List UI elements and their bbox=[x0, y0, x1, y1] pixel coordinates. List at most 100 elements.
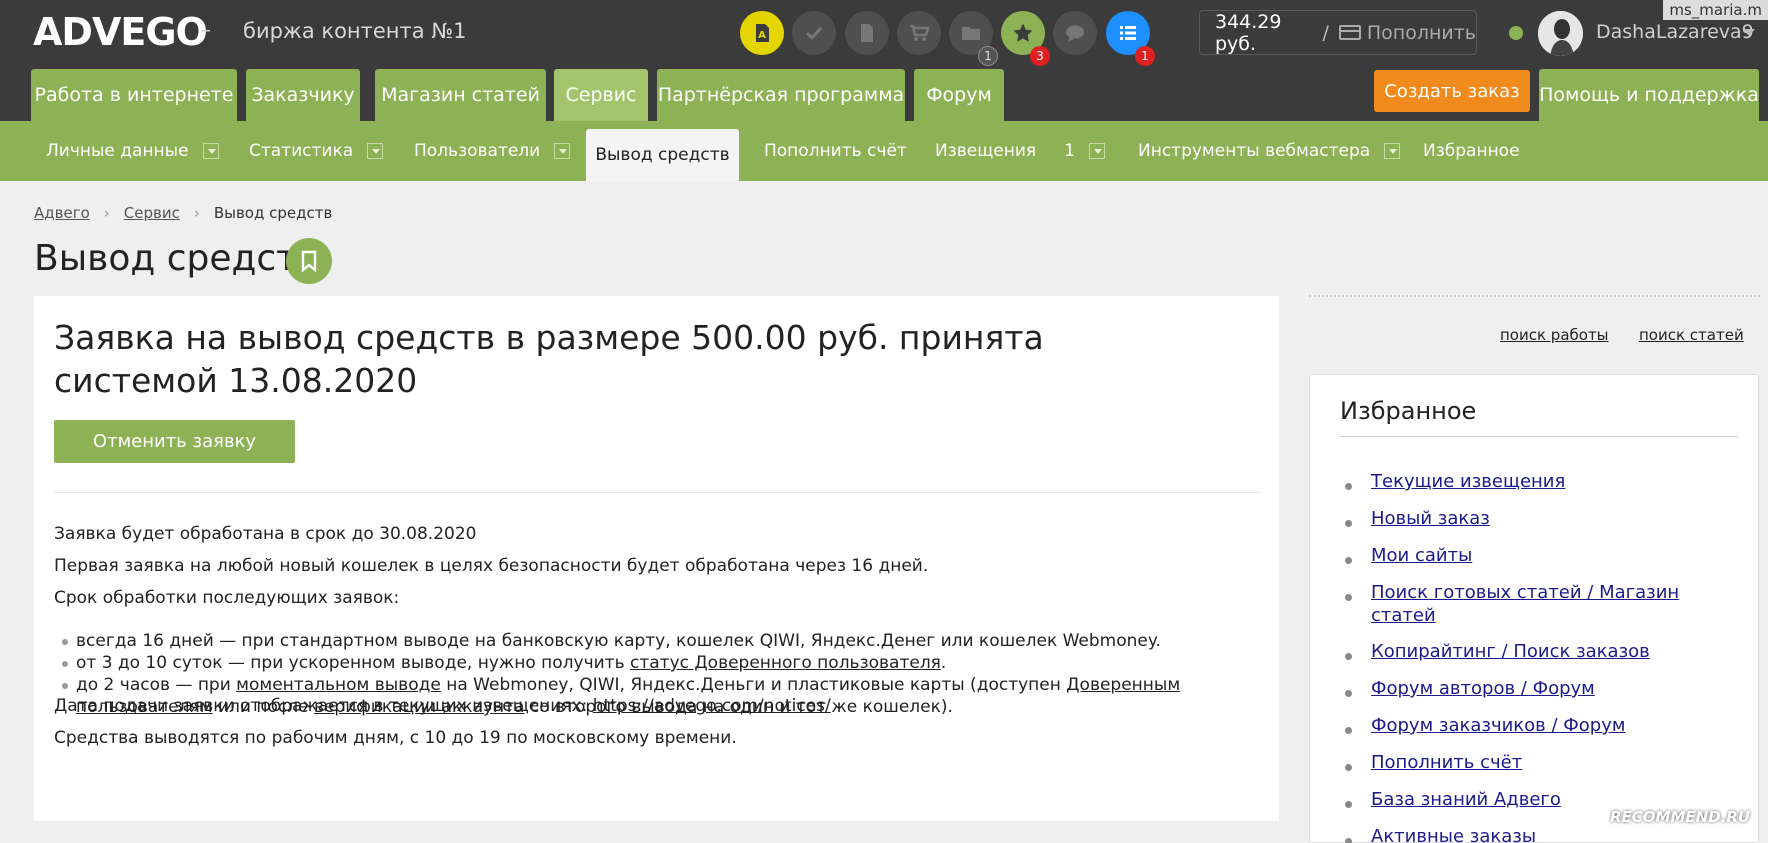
favorites-title: Избранное bbox=[1340, 397, 1477, 425]
dropdown-icon[interactable] bbox=[367, 143, 384, 159]
balance-separator: / bbox=[1322, 21, 1329, 44]
chat-icon[interactable] bbox=[1053, 11, 1097, 55]
tab-work-online[interactable]: Работа в интернете bbox=[31, 69, 237, 121]
list-item-text: . bbox=[940, 653, 947, 673]
bullet-icon bbox=[1345, 801, 1352, 808]
list-item-text: на Webmoney, QIWI, Яндекс.Деньги и пласт… bbox=[440, 675, 1067, 695]
favorites-item-new-order[interactable]: Новый заказ bbox=[1371, 507, 1701, 530]
list-item: от 3 до 10 суток — при ускоренном выводе… bbox=[54, 652, 1234, 674]
trusted-status-link[interactable]: статус Доверенного пользователя bbox=[630, 653, 941, 673]
topup-link[interactable]: Пополнить bbox=[1338, 21, 1476, 44]
breadcrumb: Адвего › Сервис › Вывод средств bbox=[34, 204, 332, 222]
list-item-text: всегда 16 дней — при стандартном выводе … bbox=[76, 631, 1161, 651]
withdrawal-panel: Заявка на вывод средств в размере 500.00… bbox=[34, 296, 1279, 821]
help-support-button[interactable]: Помощь и поддержка bbox=[1539, 69, 1759, 121]
list-item-text: до 2 часов — при bbox=[76, 675, 237, 695]
cancel-request-button[interactable]: Отменить заявку bbox=[54, 420, 295, 463]
logo-dash: – bbox=[200, 18, 211, 43]
svg-text:A: A bbox=[758, 30, 766, 41]
bullet-icon bbox=[1345, 838, 1352, 843]
favorites-item-my-sites[interactable]: Мои сайты bbox=[1371, 544, 1701, 567]
notice-title: Заявка на вывод средств в размере 500.00… bbox=[54, 318, 1044, 400]
subnav-withdrawal[interactable]: Вывод средств bbox=[586, 129, 739, 181]
dropdown-icon[interactable] bbox=[202, 143, 219, 159]
logo[interactable]: ADVEGO bbox=[33, 10, 208, 54]
breadcrumb-service[interactable]: Сервис bbox=[124, 204, 180, 222]
processing-deadline-text: Заявка будет обработана в срок до 30.08.… bbox=[54, 524, 477, 544]
subnav-label: Пользователи bbox=[414, 141, 541, 161]
subnav-statistics[interactable]: Статистика bbox=[249, 121, 384, 181]
author-watermark: ms_maria.m bbox=[1663, 0, 1768, 20]
bookmark-icon[interactable] bbox=[286, 238, 332, 284]
folder-badge: 1 bbox=[978, 46, 998, 66]
notices-count: 1 bbox=[1064, 141, 1075, 161]
font-icon[interactable]: A bbox=[740, 11, 784, 55]
tab-affiliate[interactable]: Партнёрская программа bbox=[657, 69, 905, 121]
dropdown-icon[interactable] bbox=[1384, 143, 1401, 159]
favorites-item-article-search[interactable]: Поиск готовых статей / Магазин статей bbox=[1371, 581, 1701, 627]
subnav-users[interactable]: Пользователи bbox=[414, 121, 571, 181]
working-hours-text: Средства выводятся по рабочим дням, с 10… bbox=[54, 728, 737, 748]
favorites-item-authors-forum[interactable]: Форум авторов / Форум bbox=[1371, 677, 1701, 700]
star-badge: 3 bbox=[1030, 46, 1050, 66]
avatar[interactable] bbox=[1538, 11, 1583, 56]
page-title: Вывод средств bbox=[34, 238, 319, 279]
breadcrumb-current: Вывод средств bbox=[213, 204, 333, 222]
first-request-text: Первая заявка на любой новый кошелек в ц… bbox=[54, 556, 929, 576]
notices-url-link[interactable]: https://advego.com/notices/ bbox=[593, 696, 831, 716]
balance-amount: 344.29 руб. bbox=[1215, 10, 1282, 55]
list-item-text: от 3 до 10 суток — при ускоренном выводе… bbox=[76, 653, 631, 673]
favorites-divider bbox=[1340, 436, 1738, 437]
cart-icon[interactable] bbox=[897, 11, 941, 55]
username[interactable]: DashaLazareva9 bbox=[1596, 21, 1754, 43]
subsequent-requests-text: Срок обработки последующих заявок: bbox=[54, 588, 400, 608]
favorites-panel: Избранное Текущие извещения Новый заказ … bbox=[1309, 374, 1759, 843]
bullet-icon bbox=[1345, 727, 1352, 734]
tab-service[interactable]: Сервис bbox=[554, 69, 648, 121]
bullet-icon bbox=[1345, 557, 1352, 564]
notices-info-label: Дата подачи заявки отображается в текущи… bbox=[54, 696, 593, 716]
favorites-item-current-notices[interactable]: Текущие извещения bbox=[1371, 470, 1701, 493]
breadcrumb-advego[interactable]: Адвего bbox=[34, 204, 90, 222]
list-badge: 1 bbox=[1135, 46, 1155, 66]
search-articles-link[interactable]: поиск статей bbox=[1639, 326, 1744, 344]
favorites-item-customers-forum[interactable]: Форум заказчиков / Форум bbox=[1371, 714, 1701, 737]
subnav-webmaster-tools[interactable]: Инструменты вебмастера bbox=[1138, 121, 1401, 181]
bullet-icon bbox=[1345, 653, 1352, 660]
tab-customer[interactable]: Заказчику bbox=[246, 69, 360, 121]
notices-info-text: Дата подачи заявки отображается в текущи… bbox=[54, 696, 831, 716]
sidebar-divider bbox=[1309, 295, 1760, 297]
create-order-button[interactable]: Создать заказ bbox=[1374, 70, 1530, 112]
topup-label: Пополнить bbox=[1366, 21, 1476, 44]
card-icon bbox=[1338, 25, 1361, 40]
subnav-notices[interactable]: Извещения 1 bbox=[935, 121, 1105, 181]
subnav-label: Статистика bbox=[249, 141, 354, 161]
favorites-item-topup[interactable]: Пополнить счёт bbox=[1371, 751, 1701, 774]
dropdown-icon[interactable] bbox=[1088, 143, 1105, 159]
dropdown-icon[interactable] bbox=[554, 143, 571, 159]
subnav-label: Извещения bbox=[935, 141, 1037, 161]
user-menu-chevron-down-icon[interactable] bbox=[1743, 29, 1755, 36]
tab-article-shop[interactable]: Магазин статей bbox=[375, 69, 546, 121]
subnav-label: Избранное bbox=[1423, 141, 1520, 161]
online-status-dot bbox=[1509, 26, 1523, 40]
search-work-link[interactable]: поиск работы bbox=[1500, 326, 1609, 344]
bullet-icon bbox=[1345, 764, 1352, 771]
subnav-topup[interactable]: Пополнить счёт bbox=[764, 121, 907, 181]
subnav-label: Инструменты вебмастера bbox=[1138, 141, 1371, 161]
chevron-right-icon: › bbox=[193, 204, 200, 222]
bullet-icon bbox=[1345, 520, 1352, 527]
document-icon[interactable] bbox=[845, 11, 889, 55]
tab-forum[interactable]: Форум bbox=[914, 69, 1004, 121]
balance-box: 344.29 руб. / Пополнить bbox=[1199, 10, 1477, 55]
subnav-favorites[interactable]: Избранное bbox=[1423, 121, 1520, 181]
favorites-item-copywriting[interactable]: Копирайтинг / Поиск заказов bbox=[1371, 640, 1701, 663]
check-icon[interactable] bbox=[792, 11, 836, 55]
bullet-icon bbox=[1345, 594, 1352, 601]
instant-withdrawal-link[interactable]: моментальном выводе bbox=[236, 675, 441, 695]
favorites-item-active-orders[interactable]: Активные заказы bbox=[1371, 825, 1701, 843]
subnav-personal-data[interactable]: Личные данные bbox=[46, 121, 219, 181]
subnav-label: Личные данные bbox=[46, 141, 189, 161]
tagline: биржа контента №1 bbox=[243, 19, 467, 43]
chevron-right-icon: › bbox=[103, 204, 110, 222]
